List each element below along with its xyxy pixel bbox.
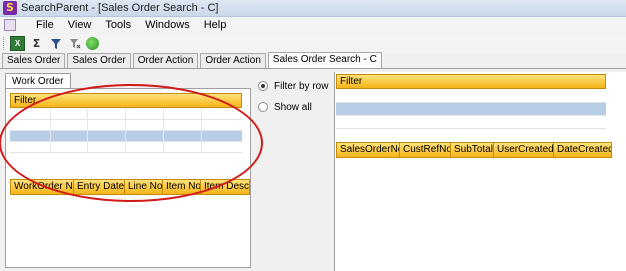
column-header-workorder-no[interactable]: WorkOrder No [10,179,74,195]
tab-sales-order-1[interactable]: Sales Order [2,53,66,68]
filter-grid[interactable] [336,90,606,130]
grid-divider [201,109,202,153]
grid-divider [125,109,126,153]
menu-tools[interactable]: Tools [105,19,131,31]
radio-label: Show all [274,101,312,113]
column-header-item-description[interactable]: Item Descri [201,179,250,195]
window-title: SearchParent - [Sales Order Search - C] [21,2,219,14]
radio-filter-by-row[interactable]: Filter by row [258,78,328,94]
tab-sales-order-search[interactable]: Sales Order Search - C [267,52,382,68]
menu-view[interactable]: View [68,19,92,31]
mdi-child-icon[interactable] [4,19,16,31]
grid-row[interactable] [10,120,242,131]
grid-row[interactable] [10,109,242,120]
title-bar: S SearchParent - [Sales Order Search - C… [0,0,626,17]
grid-row[interactable] [336,116,606,129]
column-header-item-no[interactable]: Item No [163,179,201,195]
main-content: Work Order Filter WorkOrder No Entry Dat… [0,70,626,271]
filter-header[interactable]: Filter [336,74,606,89]
app-s-icon: S [3,1,17,15]
grid-row[interactable] [336,90,606,103]
grid-row[interactable] [10,142,242,153]
radio-selected-icon[interactable] [258,81,268,91]
filter-grid[interactable] [10,109,242,153]
tab-order-action-2[interactable]: Order Action [200,53,266,68]
sigma-icon[interactable]: Σ [29,36,44,51]
column-header-cust-ref-no[interactable]: CustRefNo [400,142,451,158]
sales-order-pane: Filter SalesOrderNo CustRefNo SubTotal U… [334,72,626,271]
work-order-pane: Work Order Filter WorkOrder No Entry Dat… [0,70,263,269]
tab-work-order[interactable]: Work Order [5,73,71,89]
toolbar: X Σ [0,34,626,53]
column-header-line-no[interactable]: Line No [125,179,163,195]
grid-divider [163,109,164,153]
column-header-sales-order-no[interactable]: SalesOrderNo [336,142,400,158]
tab-sales-order-2[interactable]: Sales Order [67,53,131,68]
column-header-user-created[interactable]: UserCreated [494,142,554,158]
column-header-date-created[interactable]: DateCreated [554,142,612,158]
filter-mode-options: Filter by row Show all [258,78,328,120]
excel-export-icon[interactable]: X [10,36,25,51]
grid-row-selected[interactable] [10,131,242,142]
sales-order-column-headers: SalesOrderNo CustRefNo SubTotal UserCrea… [336,142,612,158]
filter-header[interactable]: Filter [10,93,242,108]
clear-filter-icon[interactable] [67,36,82,51]
radio-show-all[interactable]: Show all [258,99,328,115]
work-order-grid-panel: Filter WorkOrder No Entry Date Line No I… [5,88,251,268]
grid-divider [50,109,51,153]
filter-icon[interactable] [48,36,63,51]
radio-label: Filter by row [274,80,329,92]
column-header-entry-date[interactable]: Entry Date [74,179,125,195]
toolbar-grip[interactable] [3,37,6,50]
column-header-sub-total[interactable]: SubTotal [451,142,494,158]
menu-bar: File View Tools Windows Help [0,17,626,33]
grid-divider [87,109,88,153]
work-order-column-headers: WorkOrder No Entry Date Line No Item No … [10,179,250,195]
tab-order-action-1[interactable]: Order Action [132,53,199,68]
menu-file[interactable]: File [36,19,54,31]
menu-help[interactable]: Help [204,19,227,31]
mdi-icon-wrap [4,19,22,31]
grid-row-selected[interactable] [336,103,606,116]
refresh-icon[interactable] [86,37,99,50]
radio-unselected-icon[interactable] [258,102,268,112]
menu-windows[interactable]: Windows [145,19,190,31]
document-tabs: Sales Order Sales Order Order Action Ord… [0,52,626,69]
